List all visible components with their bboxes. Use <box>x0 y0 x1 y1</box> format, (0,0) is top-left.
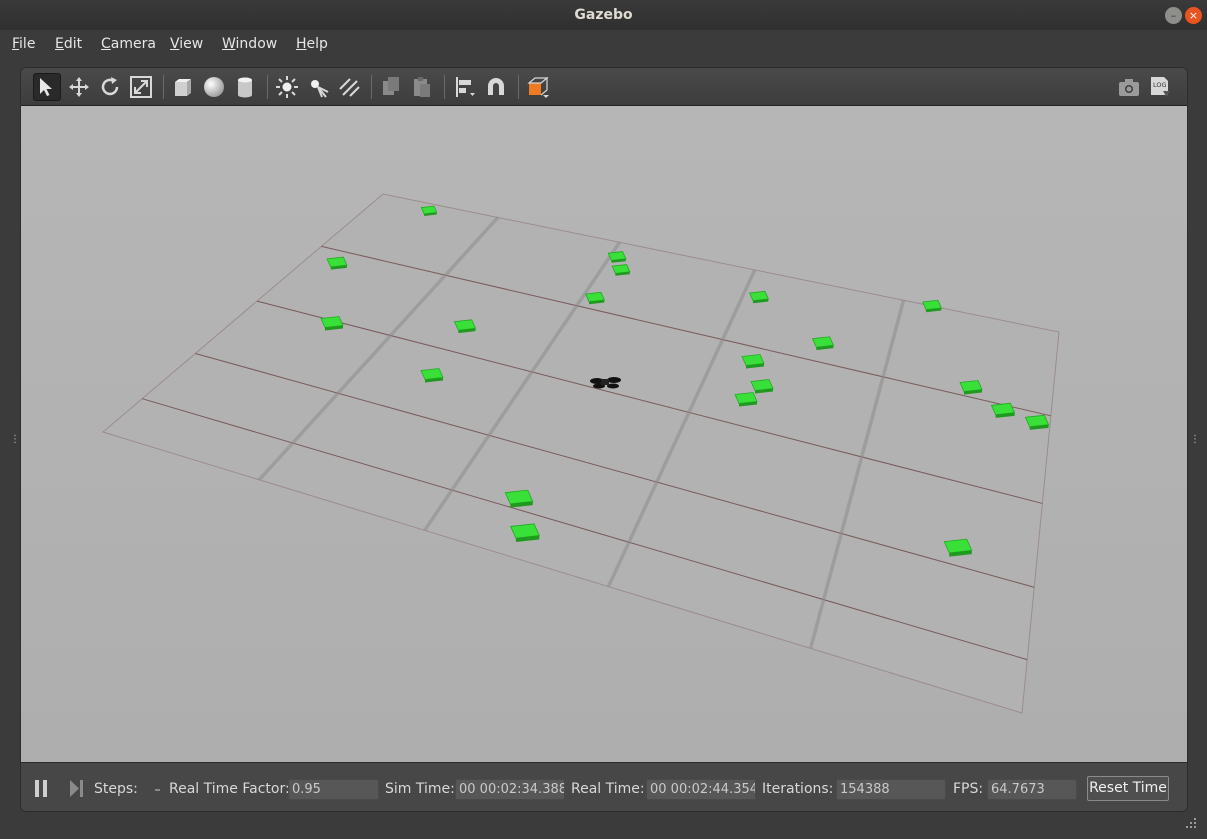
fps-label: FPS: <box>953 781 984 797</box>
window-title: Gazebo <box>574 7 633 23</box>
menu-window[interactable]: Window <box>222 36 277 52</box>
green-marker[interactable] <box>585 291 605 303</box>
screenshot-icon[interactable] <box>1115 73 1143 101</box>
magnet-icon[interactable] <box>482 73 510 101</box>
toolbar-separator <box>371 75 372 99</box>
iterations-field: 154388 <box>836 779 946 800</box>
left-panel-handle[interactable]: ⋮ <box>10 435 20 445</box>
log-icon-label: LOG <box>1153 81 1167 89</box>
status-bar: Steps: Real Time Factor: 0.95 Sim Time: … <box>21 762 1187 811</box>
select-arrow-icon[interactable] <box>33 73 61 101</box>
green-marker[interactable] <box>990 402 1016 416</box>
green-marker[interactable] <box>320 316 344 328</box>
toolbar-separator <box>444 75 445 99</box>
menu-bar: File Edit Camera View Window Help <box>0 30 1207 59</box>
green-marker[interactable] <box>420 368 444 380</box>
right-panel-handle[interactable]: ⋮ <box>1190 435 1200 445</box>
close-button[interactable]: × <box>1185 7 1202 24</box>
translate-icon[interactable] <box>65 73 93 101</box>
toolbar-separator <box>163 75 164 99</box>
copy-icon[interactable] <box>377 73 405 101</box>
fps-field: 64.7673 <box>987 779 1077 800</box>
menu-file[interactable]: File <box>12 36 35 52</box>
green-marker[interactable] <box>607 251 627 261</box>
real-time-field: 00 00:02:44.354 <box>646 779 756 800</box>
view-angle-icon[interactable] <box>524 73 552 101</box>
steps-label: Steps: <box>94 781 138 797</box>
resize-grip-icon[interactable] <box>1184 816 1198 830</box>
green-marker[interactable] <box>504 489 534 505</box>
toolbar-separator <box>267 75 268 99</box>
cylinder-icon[interactable] <box>231 73 259 101</box>
green-marker[interactable] <box>811 336 835 348</box>
log-icon[interactable]: LOG <box>1146 73 1174 101</box>
green-marker[interactable] <box>734 392 758 404</box>
menu-camera[interactable]: Camera <box>101 36 156 52</box>
menu-view[interactable]: View <box>170 36 203 52</box>
toolbar-separator <box>518 75 519 99</box>
menu-help[interactable]: Help <box>296 36 328 52</box>
box-icon[interactable] <box>169 73 197 101</box>
real-time-factor-field: 0.95 <box>288 779 379 800</box>
minimize-button[interactable]: – <box>1165 7 1182 24</box>
green-marker[interactable] <box>1024 414 1050 428</box>
real-time-factor-label: Real Time Factor: <box>169 781 290 797</box>
green-marker[interactable] <box>453 319 477 331</box>
green-marker[interactable] <box>741 354 765 366</box>
iterations-label: Iterations: <box>762 781 834 797</box>
menu-edit[interactable]: Edit <box>55 36 82 52</box>
toolbar: LOG <box>21 68 1187 106</box>
step-icon[interactable] <box>69 780 85 798</box>
pause-icon[interactable] <box>33 780 49 798</box>
point-light-icon[interactable] <box>273 73 301 101</box>
green-marker[interactable] <box>420 205 438 215</box>
green-marker[interactable] <box>943 538 973 554</box>
sim-time-field: 00 00:02:34.388 <box>455 779 565 800</box>
green-marker[interactable] <box>611 264 631 274</box>
sim-time-label: Sim Time: <box>385 781 455 797</box>
sphere-icon[interactable] <box>200 73 228 101</box>
main-frame: LOG Steps: Real Time Factor: 0.95 Sim Ti… <box>20 67 1188 812</box>
green-marker[interactable] <box>922 299 942 311</box>
green-marker[interactable] <box>750 379 774 391</box>
3d-viewport[interactable] <box>21 106 1187 762</box>
reset-time-button[interactable]: Reset Time <box>1087 776 1169 801</box>
green-marker[interactable] <box>510 523 540 539</box>
real-time-label: Real Time: <box>571 781 645 797</box>
align-icon[interactable] <box>451 73 479 101</box>
green-marker[interactable] <box>326 256 348 268</box>
paste-icon[interactable] <box>408 73 436 101</box>
title-bar: Gazebo – × <box>0 0 1207 30</box>
spot-light-icon[interactable] <box>304 73 332 101</box>
green-marker[interactable] <box>749 290 769 302</box>
scale-icon[interactable] <box>127 73 155 101</box>
rotate-icon[interactable] <box>96 73 124 101</box>
directional-light-icon[interactable] <box>335 73 363 101</box>
steps-spinner[interactable] <box>155 789 160 791</box>
green-marker[interactable] <box>959 380 983 392</box>
